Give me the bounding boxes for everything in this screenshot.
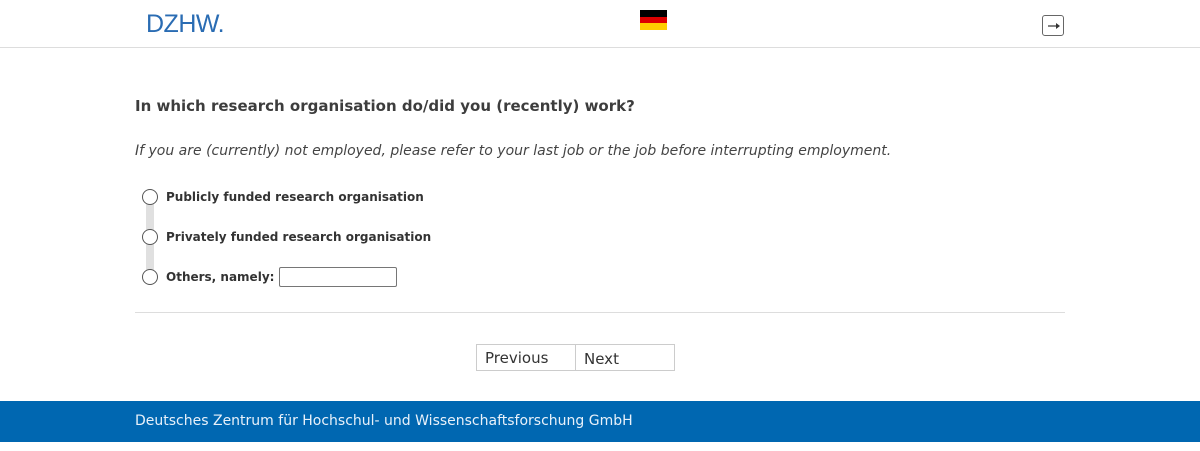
option-label-public[interactable]: Publicly funded research organisation <box>166 190 424 204</box>
radio-public[interactable] <box>142 189 158 205</box>
option-private[interactable]: Privately funded research organisation <box>142 227 431 247</box>
radio-private[interactable] <box>142 229 158 245</box>
page-header: DZHW. <box>0 0 1200 48</box>
content-divider <box>135 312 1065 313</box>
page-footer: Deutsches Zentrum für Hochschul- und Wis… <box>0 401 1200 442</box>
germany-flag-icon[interactable] <box>640 10 667 31</box>
question-title: In which research organisation do/did yo… <box>135 97 635 115</box>
question-instruction: If you are (currently) not employed, ple… <box>135 143 892 159</box>
dzhw-logo: DZHW. <box>146 10 225 38</box>
others-text-input[interactable] <box>279 267 398 287</box>
logout-button[interactable] <box>1042 15 1064 36</box>
navigation-buttons: Previous Next <box>476 344 675 371</box>
logout-icon <box>1048 23 1060 29</box>
option-label-private[interactable]: Privately funded research organisation <box>166 230 431 244</box>
flag-stripe-gold <box>640 23 667 31</box>
next-button[interactable]: Next <box>576 344 675 371</box>
option-public[interactable]: Publicly funded research organisation <box>142 187 424 207</box>
option-label-others[interactable]: Others, namely: <box>166 270 274 284</box>
option-others[interactable]: Others, namely: <box>142 267 398 287</box>
previous-button[interactable]: Previous <box>476 344 576 371</box>
footer-institution-name: Deutsches Zentrum für Hochschul- und Wis… <box>135 413 633 429</box>
flag-stripe-red <box>640 16 667 24</box>
radio-others[interactable] <box>142 269 158 285</box>
flag-stripe-black <box>640 10 667 17</box>
